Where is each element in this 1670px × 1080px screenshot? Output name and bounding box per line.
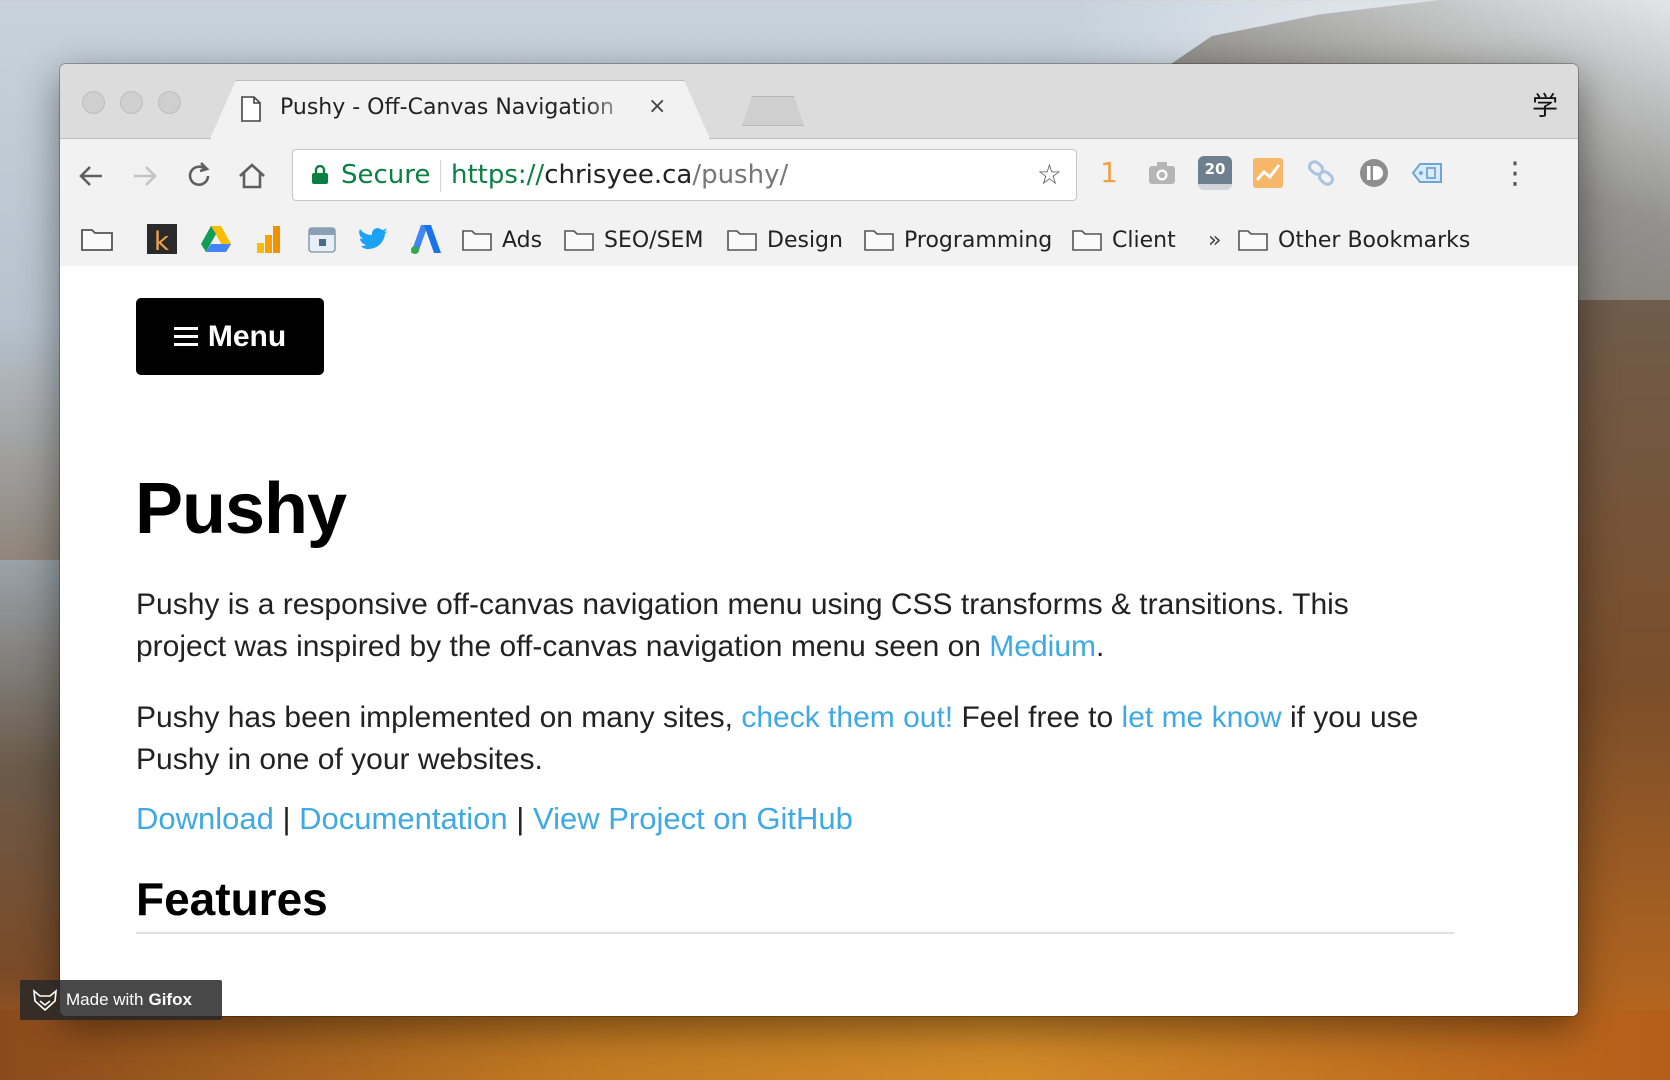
profile-icon[interactable]: 学 — [1532, 86, 1558, 123]
folder-icon — [462, 230, 492, 251]
forward-icon[interactable] — [128, 159, 162, 193]
intro-end: . — [1096, 630, 1105, 663]
reload-icon[interactable] — [182, 159, 216, 193]
adwords-icon[interactable] — [410, 223, 442, 255]
url-text[interactable]: https://chrisyee.ca/pushy/ — [451, 160, 788, 190]
bookmark-folder-programming[interactable]: Programming — [864, 224, 1052, 256]
minimize-window-button[interactable] — [120, 91, 143, 114]
url-path: /pushy/ — [692, 160, 789, 190]
bookmark-folder-seo-sem[interactable]: SEO/SEM — [564, 224, 703, 256]
link-separator: | — [273, 801, 300, 836]
apps-folder-icon[interactable] — [80, 223, 114, 255]
check-them-out-link[interactable]: check them out! — [741, 701, 953, 734]
browser-window: Pushy - Off-Canvas Navigation × 学 Secure — [60, 64, 1578, 1016]
link-separator: | — [507, 801, 533, 836]
twitter-icon[interactable] — [358, 223, 390, 255]
tab-title: Pushy - Off-Canvas Navigation — [280, 95, 614, 120]
features-divider — [136, 932, 1454, 934]
camera-extension-icon[interactable] — [1145, 156, 1179, 190]
download-link[interactable]: Download — [136, 801, 274, 836]
calendar-bookmark-icon[interactable] — [306, 223, 338, 255]
url-host: chrisyee.ca — [544, 160, 693, 190]
gifox-watermark: Made with Gifox — [20, 980, 222, 1020]
bookmark-folder-label: Ads — [502, 227, 543, 253]
bookmark-folder-label: Design — [767, 227, 843, 253]
sites-paragraph: Pushy has been implemented on many sites… — [136, 697, 1446, 781]
bookmark-folder-ads[interactable]: Ads — [462, 224, 542, 256]
active-tab-content: Pushy - Off-Canvas Navigation × — [210, 80, 710, 139]
watermark-brand: Gifox — [148, 990, 192, 1009]
folder-icon — [864, 230, 894, 251]
fox-logo-icon — [33, 989, 57, 1011]
new-tab-button[interactable] — [742, 96, 804, 126]
toolbar: Secure https://chrisyee.ca/pushy/ ☆ 1 20 — [60, 139, 1578, 213]
bookmark-folder-label: Programming — [904, 227, 1053, 253]
address-bar[interactable]: Secure https://chrisyee.ca/pushy/ ☆ — [292, 149, 1077, 201]
zoom-window-button[interactable] — [158, 91, 181, 114]
menu-button-label: Menu — [207, 319, 287, 353]
documentation-link[interactable]: Documentation — [299, 801, 508, 836]
intro-text: Pushy is a responsive off-canvas navigat… — [136, 588, 1349, 663]
analytics-bookmark-icon[interactable] — [253, 223, 285, 255]
github-link[interactable]: View Project on GitHub — [533, 801, 853, 836]
other-bookmarks-folder[interactable]: Other Bookmarks — [1238, 224, 1470, 256]
url-divider — [440, 160, 441, 192]
bookmark-folder-label: Client — [1112, 227, 1176, 253]
wallpaper-foliage — [0, 1010, 1670, 1080]
tab-close-icon[interactable]: × — [648, 94, 666, 119]
sites-text-1: Pushy has been implemented on many sites… — [136, 701, 742, 734]
calendar-extension-icon[interactable]: 20 — [1198, 156, 1232, 190]
home-icon[interactable] — [235, 159, 269, 193]
intro-paragraph: Pushy is a responsive off-canvas navigat… — [136, 584, 1446, 668]
bookmark-folder-label: SEO/SEM — [604, 227, 704, 253]
tag-extension-icon[interactable] — [1410, 156, 1444, 190]
page-content: Menu Pushy Pushy is a responsive off-can… — [60, 266, 1578, 1016]
identity-extension-icon[interactable] — [1357, 156, 1391, 190]
bookmark-star-icon[interactable]: ☆ — [1037, 158, 1062, 191]
page-icon — [241, 96, 261, 122]
bookmark-folder-client[interactable]: Client — [1072, 224, 1176, 256]
url-scheme: https:// — [451, 160, 545, 190]
back-icon[interactable] — [74, 159, 108, 193]
extension-counter-icon[interactable]: 1 — [1092, 156, 1126, 190]
let-me-know-link[interactable]: let me know — [1122, 701, 1282, 734]
menu-button[interactable]: Menu — [136, 298, 324, 375]
medium-link[interactable]: Medium — [989, 630, 1096, 663]
svg-text:k: k — [154, 227, 169, 255]
sites-text-2: Feel free to — [953, 701, 1122, 734]
close-window-button[interactable] — [82, 91, 105, 114]
lock-icon — [312, 165, 328, 184]
analytics-extension-icon[interactable] — [1251, 156, 1285, 190]
features-heading: Features — [136, 873, 328, 925]
k-bookmark-icon[interactable]: k — [146, 223, 178, 255]
bookmarks-overflow-button[interactable]: » — [1208, 224, 1221, 256]
secure-label: Secure — [341, 160, 431, 190]
page-title: Pushy — [135, 469, 347, 549]
folder-icon — [564, 230, 594, 251]
watermark-text: Made with — [66, 990, 144, 1009]
folder-icon — [727, 230, 757, 251]
title-bar: Pushy - Off-Canvas Navigation × 学 — [60, 64, 1578, 139]
other-bookmarks-label: Other Bookmarks — [1278, 227, 1471, 253]
folder-icon — [1072, 230, 1102, 251]
drive-bookmark-icon[interactable] — [200, 223, 232, 255]
bookmark-folder-design[interactable]: Design — [727, 224, 843, 256]
project-links: Download | Documentation | View Project … — [136, 801, 853, 837]
hamburger-icon — [173, 327, 198, 346]
link-extension-icon[interactable] — [1304, 156, 1338, 190]
bookmarks-bar: k Ads SEO/SEM Design Programming Client » — [60, 213, 1578, 268]
folder-icon — [1238, 230, 1268, 251]
browser-menu-icon[interactable]: ⋮ — [1500, 157, 1530, 191]
